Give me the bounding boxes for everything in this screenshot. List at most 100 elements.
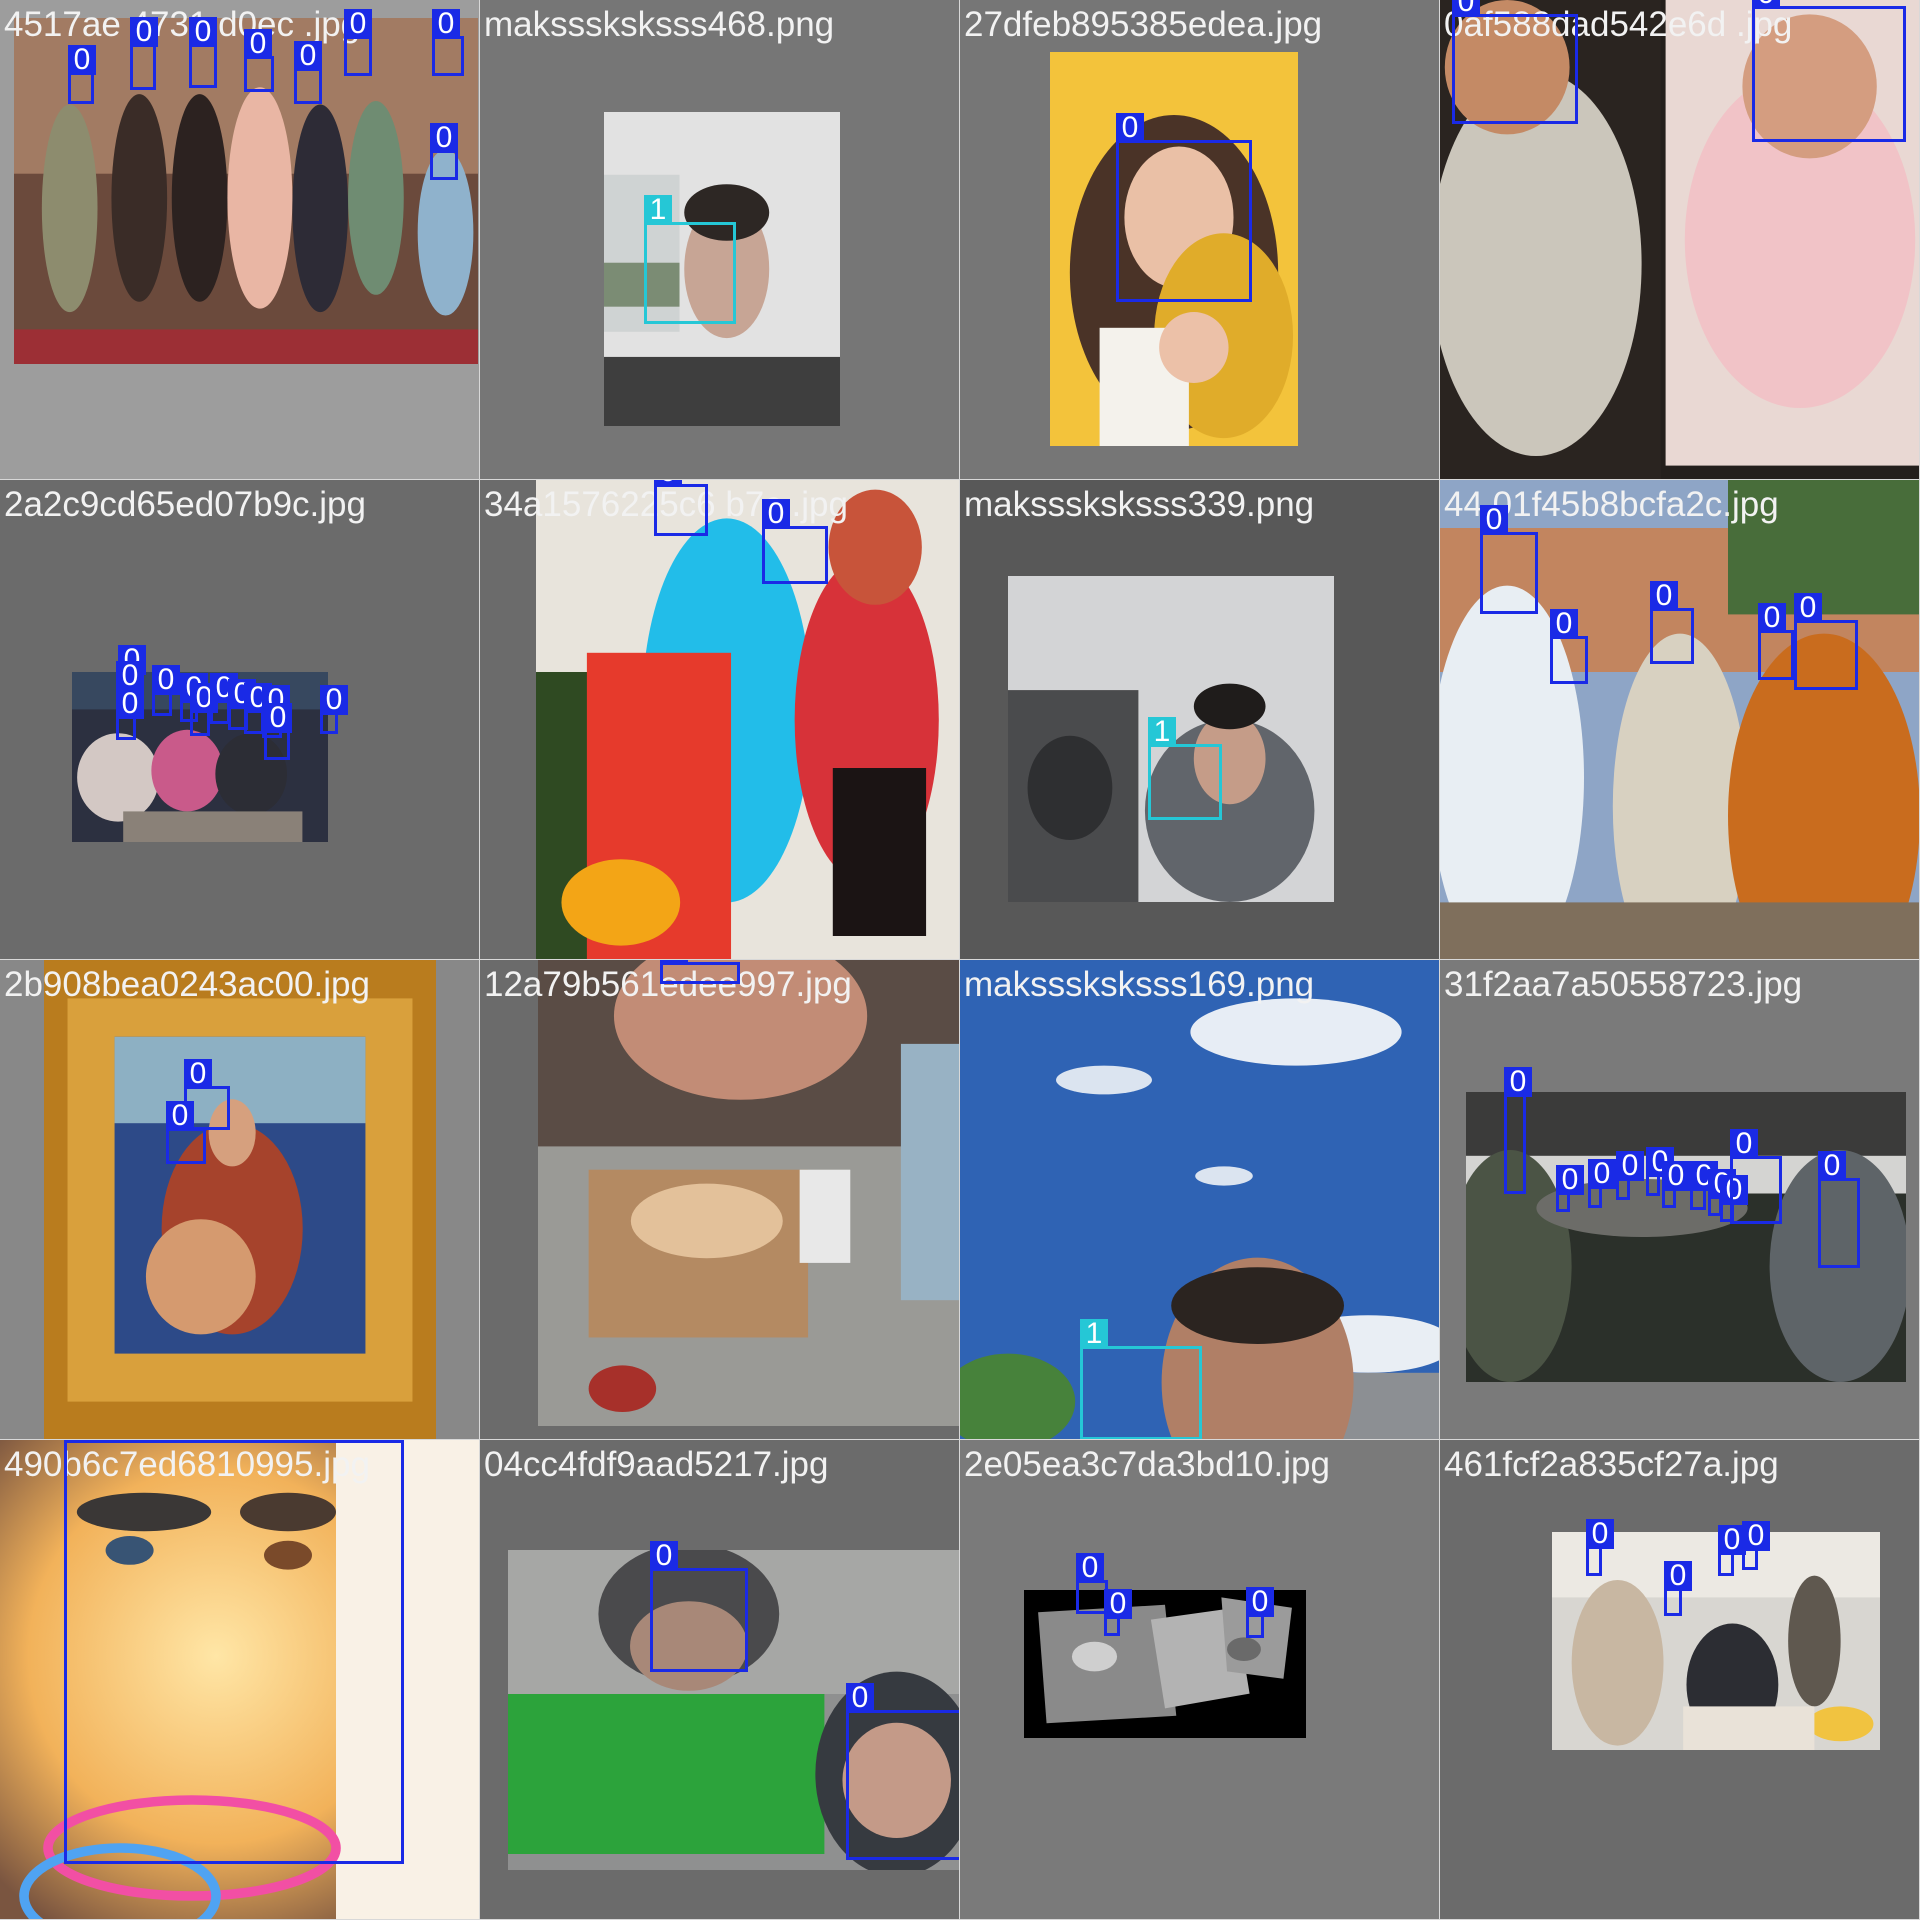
detection-box[interactable]: 0	[320, 685, 348, 734]
class-label: 0	[68, 45, 96, 75]
detection-box[interactable]: 0	[650, 1541, 748, 1672]
detection-box[interactable]: 0	[1504, 1067, 1532, 1194]
detection-box[interactable]: 0	[1452, 0, 1578, 124]
mosaic-tile[interactable]: 461fcf2a835cf27a.jpg 0 0 0 0	[1440, 1440, 1920, 1920]
tile-photo	[536, 480, 959, 959]
mosaic-tile[interactable]: 27dfeb895385edea.jpg 0	[960, 0, 1440, 480]
mosaic-tile[interactable]: 2e05ea3c7da3bd10.jpg 0 0 0	[960, 1440, 1440, 1920]
class-label: 0	[344, 9, 372, 39]
detection-box[interactable]: 0	[430, 123, 458, 180]
tile-filename: 27dfeb895385edea.jpg	[964, 5, 1323, 44]
detection-box[interactable]: 0	[1646, 1147, 1674, 1196]
mosaic-tile[interactable]: 04cc4fdf9aad5217.jpg 0 0	[480, 1440, 960, 1920]
detection-box[interactable]: 0	[210, 673, 238, 724]
mosaic-tile[interactable]: maksssksksss339.png 1	[960, 480, 1440, 960]
class-label: 0	[1076, 1553, 1104, 1583]
mosaic-tile[interactable]: 12a79b561edee997.jpg 0	[480, 960, 960, 1440]
mosaic-tile[interactable]: maksssksksss468.png 1	[480, 0, 960, 480]
detection-box[interactable]: 0	[432, 9, 464, 76]
class-label: 0	[244, 29, 272, 59]
class-label: 0	[432, 9, 460, 39]
detection-box[interactable]: 0	[654, 480, 708, 536]
detection-box[interactable]: 0	[1758, 603, 1794, 680]
detection-box[interactable]: 0	[344, 9, 372, 76]
class-label: 0	[152, 665, 180, 695]
tile-photo	[44, 960, 436, 1439]
detection-box[interactable]: 0	[64, 1440, 404, 1864]
detection-box[interactable]: 0	[1690, 1161, 1718, 1210]
detection-box[interactable]: 0	[166, 1101, 206, 1164]
detection-box[interactable]: 0	[660, 960, 740, 984]
class-label: 0	[189, 17, 217, 47]
detection-box[interactable]: 0	[1742, 1521, 1770, 1570]
class-label: 0	[264, 703, 292, 733]
mosaic-tile[interactable]: 0af588dad542e6d .jpg 0 0	[1440, 0, 1920, 480]
detection-box[interactable]: 1	[1148, 717, 1222, 820]
detection-box[interactable]: 0	[1550, 609, 1588, 684]
detection-box[interactable]: 1	[1080, 1319, 1202, 1439]
tile-filename: 2a2c9cd65ed07b9c.jpg	[4, 485, 366, 524]
detection-box[interactable]: 0	[244, 683, 272, 734]
detection-box[interactable]: 0	[1730, 1129, 1782, 1224]
detection-box[interactable]: 0	[294, 41, 322, 104]
class-label: 0	[1662, 1161, 1690, 1191]
detection-box[interactable]: 0	[1662, 1161, 1690, 1208]
detection-box[interactable]: 0	[1650, 581, 1694, 664]
class-label: 0	[320, 685, 348, 715]
detection-box[interactable]: 0	[190, 683, 218, 736]
detection-box[interactable]: 0	[152, 665, 180, 716]
detection-box[interactable]: 0	[1556, 1165, 1584, 1212]
detection-box[interactable]: 0	[846, 1683, 959, 1860]
detection-box[interactable]: 0	[1586, 1519, 1614, 1576]
detection-box[interactable]: 0	[1588, 1159, 1616, 1208]
class-label: 0	[64, 1440, 92, 1443]
detection-box[interactable]: 0	[189, 17, 217, 88]
tile-filename: maksssksksss339.png	[964, 485, 1315, 524]
detection-box[interactable]: 0	[1246, 1587, 1274, 1638]
detection-box[interactable]: 0	[264, 703, 292, 760]
class-label: 0	[1246, 1587, 1274, 1617]
class-label: 0	[1588, 1159, 1616, 1189]
class-label: 0	[1550, 609, 1578, 639]
class-label: 0	[1586, 1519, 1614, 1549]
detection-box[interactable]: 0	[1718, 1525, 1746, 1576]
mosaic-tile[interactable]: 2a2c9cd65ed07b9c.jpg 0 0 0 0 0 0 0 0 0 0…	[0, 480, 480, 960]
tile-filename: maksssksksss468.png	[484, 5, 835, 44]
class-label: 1	[1080, 1319, 1108, 1349]
detection-box[interactable]: 0	[244, 29, 274, 92]
detection-box[interactable]: 0	[762, 499, 828, 584]
detection-box[interactable]: 0	[1664, 1561, 1692, 1616]
detection-box[interactable]: 0	[1480, 505, 1538, 614]
mosaic-tile[interactable]: 2b908bea0243ac00.jpg 0 0	[0, 960, 480, 1440]
class-label: 0	[654, 480, 682, 487]
class-label: 0	[1480, 505, 1508, 535]
class-label: 0	[1650, 581, 1678, 611]
detection-box[interactable]: 0	[1794, 593, 1858, 690]
mosaic-tile[interactable]: 31f2aa7a50558723.jpg 0 0 0 0 0 0 0 0 0 0…	[1440, 960, 1920, 1440]
detection-box[interactable]: 1	[644, 195, 736, 324]
class-label: 0	[1794, 593, 1822, 623]
detection-mosaic: 4517ae 4731 d0ec .jpg 0 0 0 0 0 0 0 0 ma…	[0, 0, 1920, 1920]
detection-box[interactable]: 0	[1116, 113, 1252, 302]
class-label: 0	[116, 689, 144, 719]
class-label: 0	[184, 1059, 212, 1089]
tile-photo	[538, 960, 959, 1426]
class-label: 0	[1616, 1151, 1644, 1181]
mosaic-tile[interactable]: 4517ae 4731 d0ec .jpg 0 0 0 0 0 0 0 0	[0, 0, 480, 480]
detection-box[interactable]: 0	[1818, 1151, 1860, 1268]
tile-filename: maksssksksss169.png	[964, 965, 1315, 1004]
detection-box[interactable]: 0	[1752, 0, 1906, 142]
mosaic-tile[interactable]: 490b6c7ed6810995.jpg 0	[0, 1440, 480, 1920]
detection-box[interactable]: 0	[1104, 1589, 1132, 1636]
class-label: 0	[1116, 113, 1144, 143]
mosaic-tile[interactable]: 44 01f45b8bcfa2c.jpg 0 0 0 0 0	[1440, 480, 1920, 960]
mosaic-tile[interactable]: maksssksksss169.png 1	[960, 960, 1440, 1440]
class-label: 0	[1504, 1067, 1532, 1097]
detection-box[interactable]: 0	[1616, 1151, 1644, 1200]
detection-box[interactable]: 0	[130, 17, 158, 90]
class-label: 0	[846, 1683, 874, 1713]
detection-box[interactable]: 0	[116, 689, 144, 740]
mosaic-tile[interactable]: 34a1576225c6 b7c .jpg 0 0	[480, 480, 960, 960]
detection-box[interactable]: 0	[68, 45, 96, 104]
class-label: 0	[1556, 1165, 1584, 1195]
